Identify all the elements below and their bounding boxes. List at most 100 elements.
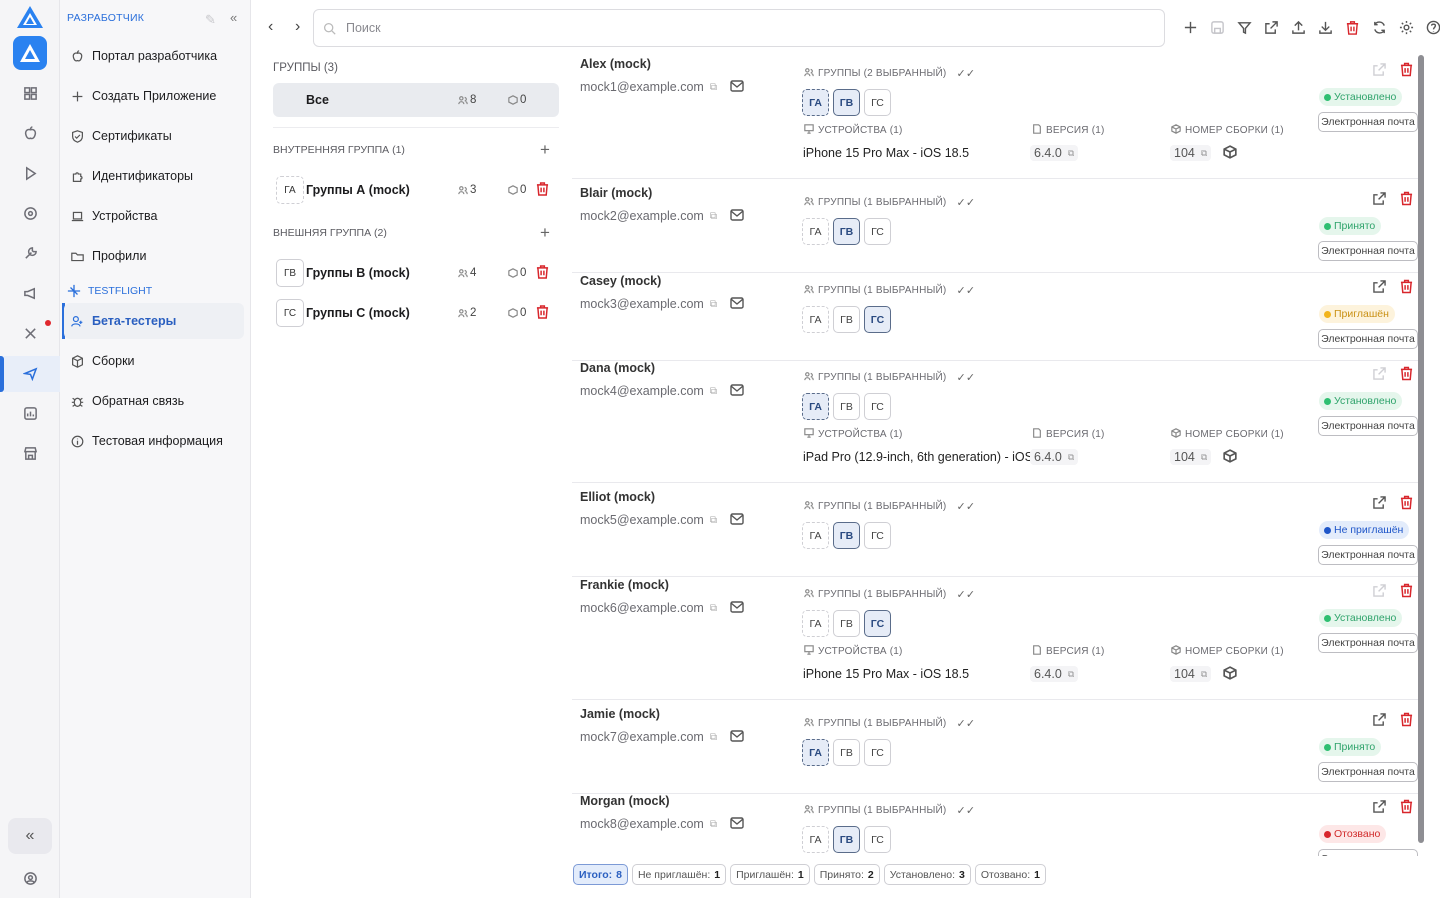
summary-chip[interactable]: Приглашён: 1 xyxy=(730,864,810,885)
open-external-icon[interactable] xyxy=(1373,800,1386,816)
mail-icon[interactable] xyxy=(730,384,744,399)
email-button[interactable]: Электронная почта xyxy=(1318,241,1418,261)
mail-icon[interactable] xyxy=(730,513,744,528)
wrench-icon[interactable] xyxy=(15,238,45,268)
help-icon[interactable] xyxy=(1424,18,1440,37)
group-chip[interactable]: ГВ xyxy=(833,218,860,245)
email-button[interactable]: Электронная почта xyxy=(1318,762,1418,782)
scrollbar[interactable] xyxy=(1418,55,1424,843)
delete-group-icon[interactable] xyxy=(536,182,550,196)
delete-tester-icon[interactable] xyxy=(1400,191,1413,209)
refresh-icon[interactable] xyxy=(1370,18,1389,37)
group-row-c[interactable]: ГС Группы С (mock) 2 0 xyxy=(273,297,559,331)
copy-icon[interactable]: ⧉ xyxy=(710,299,717,310)
summary-chip[interactable]: Установлено: 3 xyxy=(883,864,971,885)
copy-icon[interactable]: ⧉ xyxy=(710,732,717,743)
copy-icon[interactable]: ⧉ xyxy=(710,515,717,526)
apple-icon[interactable] xyxy=(15,118,45,148)
megaphone-icon[interactable] xyxy=(15,278,45,308)
forward-arrow-icon[interactable]: › xyxy=(295,18,300,36)
copy-icon[interactable]: ⧉ xyxy=(1068,148,1074,159)
copy-icon[interactable]: ⧉ xyxy=(1201,148,1207,159)
open-external-icon[interactable] xyxy=(1373,367,1386,383)
add-external-group-icon[interactable]: + xyxy=(540,223,550,243)
delete-group-icon[interactable] xyxy=(536,305,550,319)
tools-icon[interactable] xyxy=(15,318,45,348)
app-store-logo-icon[interactable] xyxy=(13,36,47,70)
collapse-sidebar-icon[interactable]: « xyxy=(230,10,237,25)
group-chip[interactable]: ГС xyxy=(864,826,891,853)
filter-icon[interactable] xyxy=(1235,18,1254,37)
copy-icon[interactable]: ⧉ xyxy=(710,82,717,93)
testflight-icon[interactable] xyxy=(15,358,45,388)
upload-icon[interactable] xyxy=(1289,18,1308,37)
check-all-icon[interactable]: ✓✓ xyxy=(956,67,975,80)
email-button[interactable]: Электронная почта xyxy=(1318,633,1418,653)
check-all-icon[interactable]: ✓✓ xyxy=(956,371,975,384)
email-button[interactable]: Электронная почта xyxy=(1318,112,1418,132)
open-external-icon[interactable] xyxy=(1262,18,1281,37)
summary-chip[interactable]: Отозвано: 1 xyxy=(974,864,1046,885)
copy-icon[interactable]: ⧉ xyxy=(710,211,717,222)
group-chip[interactable]: ГС xyxy=(864,393,891,420)
summary-chip[interactable]: Не приглашён: 1 xyxy=(631,864,727,885)
copy-icon[interactable]: ⧉ xyxy=(1068,452,1074,463)
sidebar-item-profiles[interactable]: Профили xyxy=(64,238,244,274)
sidebar-item-developer-portal[interactable]: Портал разработчика xyxy=(64,38,244,74)
add-internal-group-icon[interactable]: + xyxy=(540,140,550,160)
mail-icon[interactable] xyxy=(730,601,744,616)
email-button[interactable]: Электронная почта xyxy=(1318,849,1418,856)
cube-icon[interactable] xyxy=(1223,449,1237,466)
group-chip[interactable]: ГС xyxy=(864,306,891,333)
sidebar-item-certificates[interactable]: Сертификаты xyxy=(64,118,244,154)
summary-chip[interactable]: Принято: 2 xyxy=(813,864,880,885)
edit-icon[interactable]: ✎ xyxy=(205,12,216,28)
group-chip[interactable]: ГС xyxy=(864,522,891,549)
group-all[interactable]: Все 8 0 xyxy=(273,83,559,117)
email-button[interactable]: Электронная почта xyxy=(1318,329,1418,349)
delete-tester-icon[interactable] xyxy=(1400,583,1413,601)
analytics-icon[interactable] xyxy=(15,398,45,428)
delete-tester-icon[interactable] xyxy=(1400,62,1413,80)
copy-icon[interactable]: ⧉ xyxy=(1068,669,1074,680)
check-all-icon[interactable]: ✓✓ xyxy=(956,588,975,601)
group-chip[interactable]: ГС xyxy=(864,610,891,637)
check-all-icon[interactable]: ✓✓ xyxy=(956,804,975,817)
grid-icon[interactable] xyxy=(15,78,45,108)
sidebar-item-identifiers[interactable]: Идентификаторы xyxy=(64,158,244,194)
group-chip[interactable]: ГА xyxy=(802,610,829,637)
group-chip[interactable]: ГС xyxy=(864,218,891,245)
add-icon[interactable] xyxy=(1181,18,1200,37)
download-icon[interactable] xyxy=(1316,18,1335,37)
check-all-icon[interactable]: ✓✓ xyxy=(956,284,975,297)
delete-tester-icon[interactable] xyxy=(1400,712,1413,730)
sidebar-item-create-app[interactable]: Создать Приложение xyxy=(64,78,244,114)
group-chip[interactable]: ГС xyxy=(864,739,891,766)
delete-group-icon[interactable] xyxy=(536,265,550,279)
sidebar-item-feedback[interactable]: Обратная связь xyxy=(64,383,244,419)
copy-icon[interactable]: ⧉ xyxy=(710,819,717,830)
cube-icon[interactable] xyxy=(1223,666,1237,683)
account-icon[interactable] xyxy=(15,863,45,893)
group-chip[interactable]: ГВ xyxy=(833,610,860,637)
group-chip[interactable]: ГВ xyxy=(833,739,860,766)
check-all-icon[interactable]: ✓✓ xyxy=(956,500,975,513)
copy-icon[interactable]: ⧉ xyxy=(710,603,717,614)
search-input[interactable]: Поиск xyxy=(313,9,1165,47)
trash-icon[interactable] xyxy=(1343,18,1362,37)
group-chip[interactable]: ГА xyxy=(802,89,829,116)
group-row-b[interactable]: ГВ Группы В (mock) 4 0 xyxy=(273,257,559,291)
group-chip[interactable]: ГА xyxy=(802,306,829,333)
back-arrow-icon[interactable]: ‹ xyxy=(268,18,273,36)
group-chip[interactable]: ГВ xyxy=(833,89,860,116)
open-external-icon[interactable] xyxy=(1373,496,1386,512)
email-button[interactable]: Электронная почта xyxy=(1318,416,1418,436)
group-chip[interactable]: ГВ xyxy=(833,306,860,333)
mail-icon[interactable] xyxy=(730,817,744,832)
check-all-icon[interactable]: ✓✓ xyxy=(956,196,975,209)
open-external-icon[interactable] xyxy=(1373,63,1386,79)
group-row-a[interactable]: ГА Группы А (mock) 3 0 xyxy=(273,174,559,208)
group-chip[interactable]: ГА xyxy=(802,393,829,420)
mail-icon[interactable] xyxy=(730,297,744,312)
delete-tester-icon[interactable] xyxy=(1400,495,1413,513)
